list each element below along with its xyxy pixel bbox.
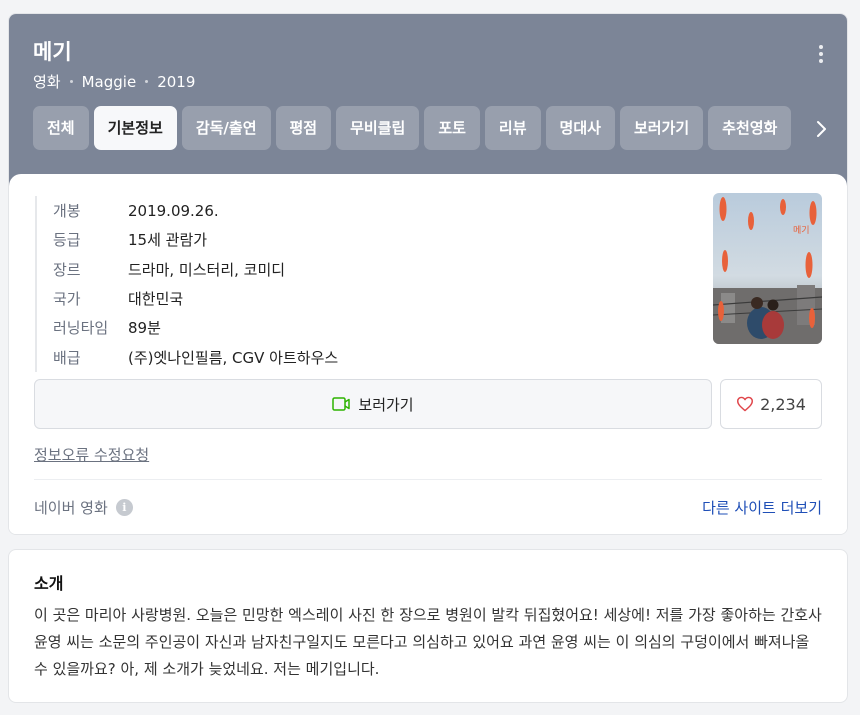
- source-label: 네이버 영화 i: [34, 497, 133, 518]
- info-value: 89분: [128, 319, 161, 338]
- tab-all[interactable]: 전체: [33, 106, 89, 150]
- info-row-distributor: 배급 (주)엣나인필름, CGV 아트하우스: [53, 342, 338, 371]
- report-error-link[interactable]: 정보오류 수정요청: [34, 444, 149, 465]
- intro-heading: 소개: [34, 574, 64, 593]
- info-list: 개봉 2019.09.26. 등급 15세 관람가 장르 드라마, 미스터리, …: [35, 196, 338, 372]
- info-row-runtime: 러닝타임 89분: [53, 313, 338, 342]
- watch-button-label: 보러가기: [358, 395, 414, 414]
- more-vertical-icon[interactable]: [819, 45, 823, 63]
- info-key: 배급: [53, 348, 81, 367]
- movie-meta: 영화 Maggie 2019: [33, 71, 195, 92]
- info-value: 대한민국: [128, 290, 184, 309]
- info-key: 등급: [53, 231, 81, 250]
- info-value: 15세 관람가: [128, 231, 208, 250]
- movie-type: 영화: [33, 73, 61, 91]
- svg-text:메기: 메기: [793, 225, 810, 236]
- watch-button[interactable]: 보러가기: [34, 379, 712, 429]
- movie-english-title: Maggie: [81, 72, 137, 91]
- tab-photos[interactable]: 포토: [424, 106, 480, 150]
- divider: [34, 479, 822, 480]
- heart-icon: [737, 396, 754, 412]
- info-key: 러닝타임: [53, 319, 109, 338]
- tab-quotes[interactable]: 명대사: [545, 106, 615, 150]
- info-row-genre: 장르 드라마, 미스터리, 코미디: [53, 255, 338, 284]
- tab-director-cast[interactable]: 감독/출연: [181, 106, 271, 150]
- info-row-release: 개봉 2019.09.26.: [53, 196, 338, 225]
- separator-dot: [69, 80, 73, 83]
- chevron-right-icon[interactable]: [809, 117, 833, 141]
- source-name: 네이버 영화: [34, 499, 108, 517]
- other-sites-link[interactable]: 다른 사이트 더보기: [702, 497, 822, 518]
- info-icon[interactable]: i: [115, 499, 133, 516]
- like-button[interactable]: 2,234: [720, 379, 822, 429]
- tab-movie-clips[interactable]: 무비클립: [336, 106, 420, 150]
- play-screen-icon: [332, 397, 351, 411]
- intro-text: 이 곳은 마리아 사랑병원. 오늘은 민망한 엑스레이 사진 한 장으로 병원이…: [34, 606, 822, 678]
- tab-recommended[interactable]: 추천영화: [708, 106, 792, 150]
- movie-card: 메기 영화 Maggie 2019 전체 기본정보 감독/출연 평점 무비클립 포토 리뷰 명…: [8, 13, 848, 535]
- movie-title: 메기: [33, 40, 72, 64]
- tab-ratings[interactable]: 평점: [275, 106, 332, 150]
- tab-bar: 전체 기본정보 감독/출연 평점 무비클립 포토 리뷰 명대사 보러가기 추천영화: [33, 106, 823, 151]
- info-value: 드라마, 미스터리, 코미디: [128, 260, 286, 279]
- info-key: 장르: [53, 260, 81, 279]
- separator-dot: [145, 80, 149, 83]
- intro-section: 소개 이 곳은 마리아 사랑병원. 오늘은 민망한 엑스레이 사진 한 장으로 …: [8, 549, 848, 703]
- movie-year: 2019: [157, 72, 196, 91]
- basic-info-panel: 개봉 2019.09.26. 등급 15세 관람가 장르 드라마, 미스터리, …: [9, 174, 847, 534]
- tab-basic-info[interactable]: 기본정보: [93, 106, 177, 150]
- info-value: (주)엣나인필름, CGV 아트하우스: [128, 348, 339, 367]
- info-value: 2019.09.26.: [128, 201, 219, 220]
- movie-poster[interactable]: 메기: [713, 193, 822, 344]
- info-key: 개봉: [53, 202, 81, 221]
- info-row-country: 국가 대한민국: [53, 284, 338, 313]
- info-row-rating: 등급 15세 관람가: [53, 225, 338, 254]
- like-count: 2,234: [760, 394, 806, 414]
- tab-reviews[interactable]: 리뷰: [484, 106, 541, 150]
- info-key: 국가: [53, 290, 81, 309]
- tab-watch[interactable]: 보러가기: [619, 106, 704, 150]
